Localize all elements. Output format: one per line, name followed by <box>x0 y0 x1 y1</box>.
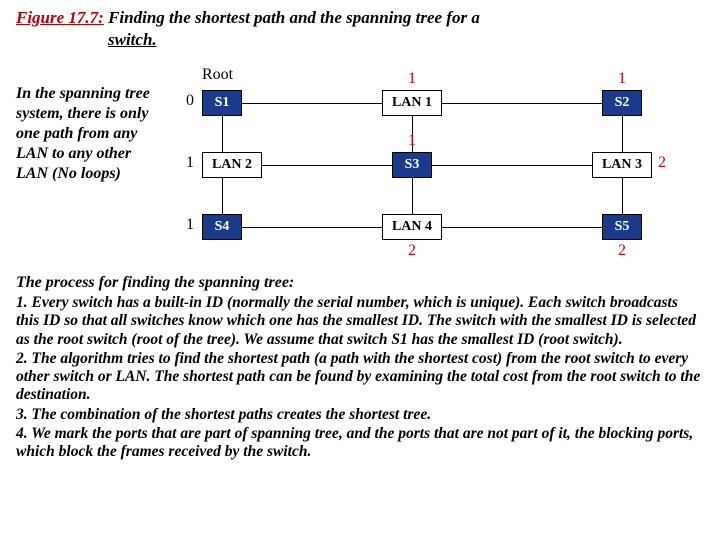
cost-lan1: 1 <box>408 70 416 88</box>
process-step-1: 1. Every switch has a built-in ID (norma… <box>16 294 704 349</box>
spanning-tree-caption: In the spanning tree system, there is on… <box>16 60 166 184</box>
cost-s2: 1 <box>618 70 626 88</box>
edge-s4-lan4 <box>242 227 382 228</box>
switch-s2: S2 <box>602 90 642 116</box>
edge-s2-lan3 <box>622 116 623 152</box>
switch-s1: S1 <box>202 90 242 116</box>
edge-s1-lan2 <box>222 116 223 152</box>
edge-s1-lan1 <box>242 103 382 104</box>
lan-2: LAN 2 <box>202 152 262 178</box>
lan-4: LAN 4 <box>382 214 442 240</box>
cost-lan3: 2 <box>658 154 666 172</box>
switch-s4: S4 <box>202 214 242 240</box>
lan-1: LAN 1 <box>382 90 442 116</box>
cost-s3: 1 <box>408 132 416 150</box>
lan-3: LAN 3 <box>592 152 652 178</box>
switch-s5: S5 <box>602 214 642 240</box>
figure-title-cont: switch. <box>16 30 704 50</box>
cost-s5: 2 <box>618 242 626 260</box>
cost-s4: 1 <box>186 216 194 234</box>
process-step-3: 3. The combination of the shortest paths… <box>16 406 704 424</box>
figure-title: Figure 17.7: Finding the shortest path a… <box>16 8 704 28</box>
figure-title-text: Finding the shortest path and the spanni… <box>104 8 480 27</box>
cost-lan4: 2 <box>408 242 416 260</box>
network-diagram: Root S1 LAN 1 S2 LAN 2 S3 LAN 3 S4 LAN 4… <box>172 60 694 260</box>
figure-number: Figure 17.7: <box>16 8 104 27</box>
cost-lan2: 1 <box>186 154 194 172</box>
process-heading: The process for finding the spanning tre… <box>16 274 704 292</box>
switch-s3: S3 <box>392 152 432 178</box>
edge-lan1-s2 <box>442 103 602 104</box>
edge-lan4-s5 <box>442 227 602 228</box>
cost-s1: 0 <box>186 92 194 110</box>
process-step-4: 4. We mark the ports that are part of sp… <box>16 425 704 462</box>
process-step-2: 2. The algorithm tries to find the short… <box>16 350 704 405</box>
mid-row: In the spanning tree system, there is on… <box>16 60 704 260</box>
root-label: Root <box>202 66 233 84</box>
edge-s3-lan3 <box>432 165 592 166</box>
edge-s3-lan4 <box>412 178 413 214</box>
edge-lan2-s4 <box>222 178 223 214</box>
edge-lan3-s5 <box>622 178 623 214</box>
edge-lan2-s3 <box>262 165 392 166</box>
